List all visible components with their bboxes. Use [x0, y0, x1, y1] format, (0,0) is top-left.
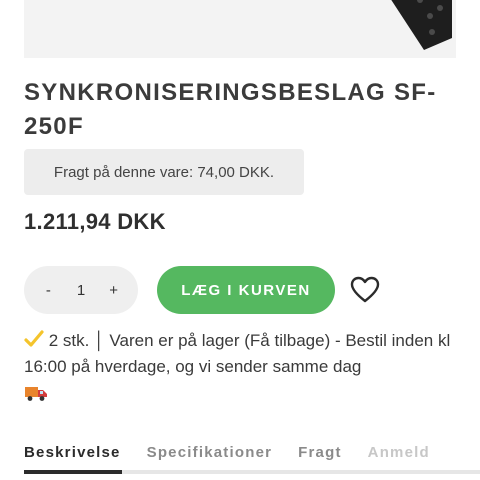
active-tab-indicator — [24, 470, 122, 474]
quantity-increase-button[interactable]: + — [106, 282, 122, 299]
add-to-cart-button[interactable]: LÆG I KURVEN — [157, 266, 335, 314]
stock-status: 2 stk. │ Varen er på lager (Få tilbage) … — [24, 328, 464, 406]
heart-outline-icon[interactable] — [350, 276, 380, 304]
truck-icon — [25, 387, 47, 401]
product-image — [391, 0, 452, 50]
quantity-decrease-button[interactable]: - — [40, 282, 56, 299]
stock-text: 2 stk. │ Varen er på lager (Få tilbage) … — [24, 331, 451, 376]
quantity-value[interactable]: 1 — [73, 282, 89, 299]
product-price: 1.211,94 DKK — [24, 209, 166, 234]
quantity-stepper: - 1 + — [24, 266, 138, 314]
product-image-area — [24, 0, 456, 58]
check-icon — [24, 330, 44, 347]
shipping-note: Fragt på denne vare: 74,00 DKK. — [24, 149, 304, 195]
product-tabs: Beskrivelse Specifikationer Fragt Anmeld — [24, 440, 480, 480]
product-title: SYNKRONISERINGSBESLAG SF-250F — [24, 79, 437, 140]
